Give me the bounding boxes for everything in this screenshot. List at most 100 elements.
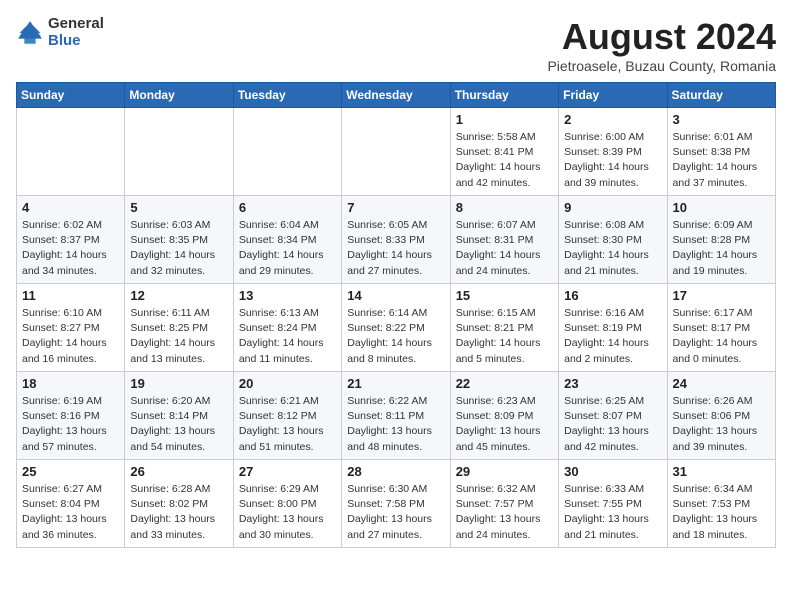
day-number: 5 [130, 200, 227, 215]
calendar-cell: 9 Sunrise: 6:08 AM Sunset: 8:30 PM Daylig… [559, 196, 667, 284]
calendar-table: SundayMondayTuesdayWednesdayThursdayFrid… [16, 82, 776, 548]
day-info: Sunrise: 5:58 AM Sunset: 8:41 PM Dayligh… [456, 130, 553, 191]
calendar-cell: 29Sunrise: 6:32 AM Sunset: 7:57 PM Dayli… [450, 460, 558, 548]
day-number: 6 [239, 200, 336, 215]
calendar-cell: 15 Sunrise: 6:15 AM Sunset: 8:21 PM Dayli… [450, 284, 558, 372]
day-info: Sunrise: 6:32 AM Sunset: 7:57 PM Dayligh… [456, 482, 553, 543]
day-info: Sunrise: 6:27 AM Sunset: 8:04 PM Dayligh… [22, 482, 119, 543]
day-info: Sunrise: 6:07 AM Sunset: 8:31 PM Dayligh… [456, 218, 553, 279]
day-number: 3 [673, 112, 770, 127]
day-info: Sunrise: 6:23 AM Sunset: 8:09 PM Dayligh… [456, 394, 553, 455]
day-info: Sunrise: 6:19 AM Sunset: 8:16 PM Dayligh… [22, 394, 119, 455]
calendar-cell: 7 Sunrise: 6:05 AM Sunset: 8:33 PM Daylig… [342, 196, 450, 284]
day-info: Sunrise: 6:03 AM Sunset: 8:35 PM Dayligh… [130, 218, 227, 279]
day-number: 9 [564, 200, 661, 215]
calendar-cell: 1 Sunrise: 5:58 AM Sunset: 8:41 PM Daylig… [450, 108, 558, 196]
logo-text: General Blue [48, 16, 104, 49]
calendar-cell: 17 Sunrise: 6:17 AM Sunset: 8:17 PM Dayli… [667, 284, 775, 372]
day-number: 14 [347, 288, 444, 303]
day-number: 13 [239, 288, 336, 303]
day-info: Sunrise: 6:29 AM Sunset: 8:00 PM Dayligh… [239, 482, 336, 543]
day-number: 21 [347, 376, 444, 391]
logo: General Blue [16, 16, 104, 49]
calendar-cell: 22Sunrise: 6:23 AM Sunset: 8:09 PM Dayli… [450, 372, 558, 460]
day-number: 10 [673, 200, 770, 215]
day-info: Sunrise: 6:11 AM Sunset: 8:25 PM Dayligh… [130, 306, 227, 367]
calendar-cell: 6 Sunrise: 6:04 AM Sunset: 8:34 PM Daylig… [233, 196, 341, 284]
day-info: Sunrise: 6:01 AM Sunset: 8:38 PM Dayligh… [673, 130, 770, 191]
weekday-header-saturday: Saturday [667, 83, 775, 108]
calendar-cell: 14 Sunrise: 6:14 AM Sunset: 8:22 PM Dayli… [342, 284, 450, 372]
day-info: Sunrise: 6:08 AM Sunset: 8:30 PM Dayligh… [564, 218, 661, 279]
day-info: Sunrise: 6:14 AM Sunset: 8:22 PM Dayligh… [347, 306, 444, 367]
day-info: Sunrise: 6:17 AM Sunset: 8:17 PM Dayligh… [673, 306, 770, 367]
day-number: 18 [22, 376, 119, 391]
weekday-header-friday: Friday [559, 83, 667, 108]
page-header: General Blue August 2024 Pietroasele, Bu… [16, 16, 776, 74]
calendar-cell: 20 Sunrise: 6:21 AM Sunset: 8:12 PM Dayli… [233, 372, 341, 460]
day-info: Sunrise: 6:02 AM Sunset: 8:37 PM Dayligh… [22, 218, 119, 279]
day-number: 24 [673, 376, 770, 391]
weekday-header-monday: Monday [125, 83, 233, 108]
calendar-cell: 24Sunrise: 6:26 AM Sunset: 8:06 PM Dayli… [667, 372, 775, 460]
calendar-cell: 30Sunrise: 6:33 AM Sunset: 7:55 PM Dayli… [559, 460, 667, 548]
day-info: Sunrise: 6:15 AM Sunset: 8:21 PM Dayligh… [456, 306, 553, 367]
weekday-header-row: SundayMondayTuesdayWednesdayThursdayFrid… [17, 83, 776, 108]
calendar-cell [342, 108, 450, 196]
logo-blue-text: Blue [48, 33, 104, 50]
day-number: 1 [456, 112, 553, 127]
day-number: 25 [22, 464, 119, 479]
day-number: 2 [564, 112, 661, 127]
calendar-cell: 27Sunrise: 6:29 AM Sunset: 8:00 PM Dayli… [233, 460, 341, 548]
calendar-cell [233, 108, 341, 196]
day-number: 17 [673, 288, 770, 303]
day-info: Sunrise: 6:30 AM Sunset: 7:58 PM Dayligh… [347, 482, 444, 543]
calendar-cell: 23 Sunrise: 6:25 AM Sunset: 8:07 PM Dayli… [559, 372, 667, 460]
day-number: 31 [673, 464, 770, 479]
day-info: Sunrise: 6:25 AM Sunset: 8:07 PM Dayligh… [564, 394, 661, 455]
calendar-cell: 12Sunrise: 6:11 AM Sunset: 8:25 PM Dayli… [125, 284, 233, 372]
calendar-cell: 5 Sunrise: 6:03 AM Sunset: 8:35 PM Daylig… [125, 196, 233, 284]
calendar-cell: 21 Sunrise: 6:22 AM Sunset: 8:11 PM Dayli… [342, 372, 450, 460]
day-number: 7 [347, 200, 444, 215]
calendar-week-1: 1 Sunrise: 5:58 AM Sunset: 8:41 PM Daylig… [17, 108, 776, 196]
day-info: Sunrise: 6:33 AM Sunset: 7:55 PM Dayligh… [564, 482, 661, 543]
calendar-cell: 28 Sunrise: 6:30 AM Sunset: 7:58 PM Dayli… [342, 460, 450, 548]
calendar-cell: 26 Sunrise: 6:28 AM Sunset: 8:02 PM Dayli… [125, 460, 233, 548]
calendar-cell: 19 Sunrise: 6:20 AM Sunset: 8:14 PM Dayli… [125, 372, 233, 460]
day-number: 19 [130, 376, 227, 391]
day-info: Sunrise: 6:16 AM Sunset: 8:19 PM Dayligh… [564, 306, 661, 367]
calendar-cell: 10 Sunrise: 6:09 AM Sunset: 8:28 PM Dayli… [667, 196, 775, 284]
calendar-cell: 16Sunrise: 6:16 AM Sunset: 8:19 PM Dayli… [559, 284, 667, 372]
day-number: 8 [456, 200, 553, 215]
calendar-cell: 13Sunrise: 6:13 AM Sunset: 8:24 PM Dayli… [233, 284, 341, 372]
weekday-header-tuesday: Tuesday [233, 83, 341, 108]
day-info: Sunrise: 6:05 AM Sunset: 8:33 PM Dayligh… [347, 218, 444, 279]
day-info: Sunrise: 6:22 AM Sunset: 8:11 PM Dayligh… [347, 394, 444, 455]
day-number: 26 [130, 464, 227, 479]
day-number: 23 [564, 376, 661, 391]
day-number: 15 [456, 288, 553, 303]
calendar-week-3: 11 Sunrise: 6:10 AM Sunset: 8:27 PM Dayli… [17, 284, 776, 372]
day-info: Sunrise: 6:04 AM Sunset: 8:34 PM Dayligh… [239, 218, 336, 279]
calendar-week-4: 18 Sunrise: 6:19 AM Sunset: 8:16 PM Dayli… [17, 372, 776, 460]
logo-general-text: General [48, 16, 104, 33]
day-number: 4 [22, 200, 119, 215]
calendar-cell: 18 Sunrise: 6:19 AM Sunset: 8:16 PM Dayli… [17, 372, 125, 460]
calendar-cell: 8 Sunrise: 6:07 AM Sunset: 8:31 PM Daylig… [450, 196, 558, 284]
calendar-cell: 11 Sunrise: 6:10 AM Sunset: 8:27 PM Dayli… [17, 284, 125, 372]
weekday-header-sunday: Sunday [17, 83, 125, 108]
day-info: Sunrise: 6:00 AM Sunset: 8:39 PM Dayligh… [564, 130, 661, 191]
title-block: August 2024 Pietroasele, Buzau County, R… [547, 16, 776, 74]
day-info: Sunrise: 6:20 AM Sunset: 8:14 PM Dayligh… [130, 394, 227, 455]
day-info: Sunrise: 6:10 AM Sunset: 8:27 PM Dayligh… [22, 306, 119, 367]
day-number: 28 [347, 464, 444, 479]
day-number: 20 [239, 376, 336, 391]
calendar-cell [125, 108, 233, 196]
day-info: Sunrise: 6:21 AM Sunset: 8:12 PM Dayligh… [239, 394, 336, 455]
day-info: Sunrise: 6:09 AM Sunset: 8:28 PM Dayligh… [673, 218, 770, 279]
calendar-cell [17, 108, 125, 196]
day-number: 11 [22, 288, 119, 303]
day-info: Sunrise: 6:28 AM Sunset: 8:02 PM Dayligh… [130, 482, 227, 543]
weekday-header-thursday: Thursday [450, 83, 558, 108]
